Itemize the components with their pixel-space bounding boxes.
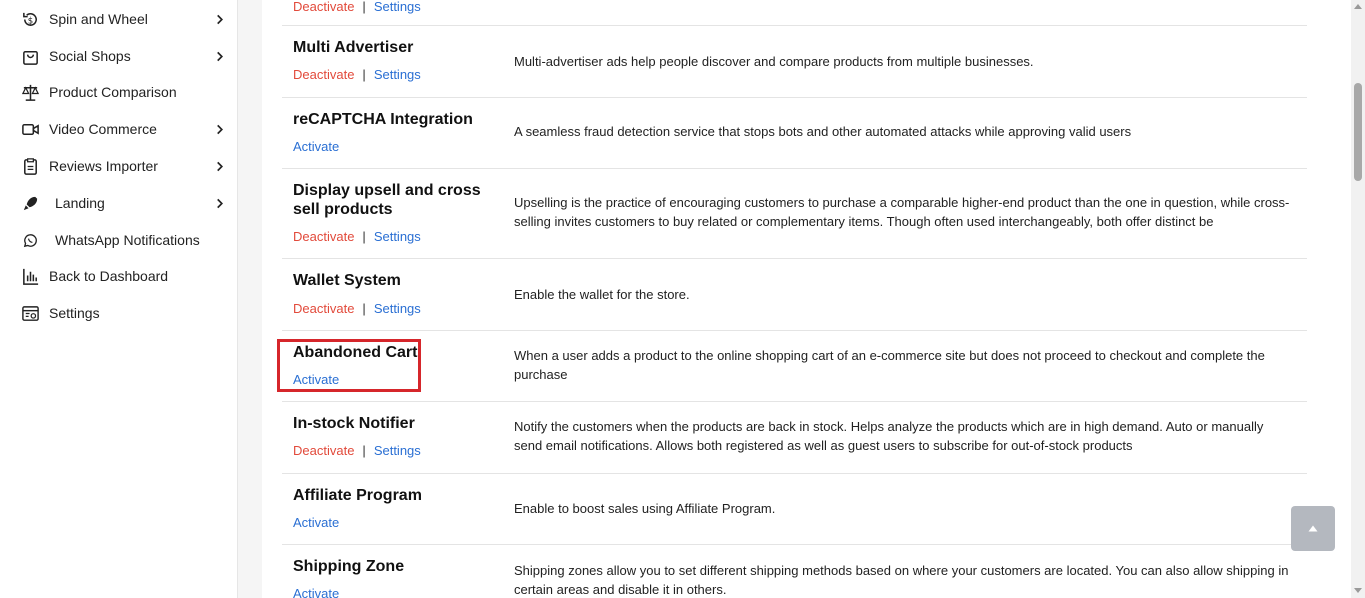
addon-actions: Activate xyxy=(293,586,339,598)
list-item: Affiliate Program Activate Enable to boo… xyxy=(282,473,1307,545)
caret-up-icon xyxy=(1308,525,1318,532)
addon-description: A seamless fraud detection service that … xyxy=(514,124,1132,139)
action-separator: | xyxy=(362,301,366,316)
addon-actions: Activate xyxy=(293,515,339,530)
list-item: Abandoned Cart Activate When a user adds… xyxy=(282,330,1307,402)
chevron-right-icon xyxy=(215,160,225,172)
list-item: Shipping Zone Activate Shipping zones al… xyxy=(282,544,1307,598)
scale-icon xyxy=(21,83,40,102)
addon-actions: Deactivate | Settings xyxy=(293,67,421,82)
list-item: Multi Advertiser Deactivate | Settings Mul… xyxy=(282,25,1307,98)
addon-actions: Deactivate | Settings xyxy=(293,0,421,14)
chevron-right-icon xyxy=(215,123,225,135)
addon-description: When a user adds a product to the online… xyxy=(514,348,1265,382)
addon-description: Multi-advertiser ads help people discove… xyxy=(514,54,1034,69)
list-item: Display upsell and cross sell products D… xyxy=(282,168,1307,259)
sidebar-item-label: Settings xyxy=(49,305,100,321)
dollar-cycle-icon: $ xyxy=(21,10,40,29)
addon-description: Upselling is the practice of encouraging… xyxy=(514,195,1290,229)
addons-list: Deactivate | Settings Multi Advertiser Dea… xyxy=(262,0,1351,598)
browser-settings-icon xyxy=(21,304,40,323)
action-separator: | xyxy=(362,67,366,82)
activate-link[interactable]: Activate xyxy=(293,139,339,154)
svg-text:$: $ xyxy=(28,16,33,26)
list-item: In-stock Notifier Deactivate | Settings No… xyxy=(282,401,1307,474)
sidebar-item-whatsapp-notifications[interactable]: WhatsApp Notifications xyxy=(0,225,237,255)
addon-title: In-stock Notifier xyxy=(293,415,415,432)
addon-title: Affiliate Program xyxy=(293,487,422,504)
deactivate-link[interactable]: Deactivate xyxy=(293,67,354,82)
whatsapp-icon xyxy=(21,231,40,250)
action-separator: | xyxy=(362,0,366,14)
deactivate-link[interactable]: Deactivate xyxy=(293,229,354,244)
sidebar-item-label: Spin and Wheel xyxy=(49,11,148,27)
sidebar-item-social-shops[interactable]: Social Shops xyxy=(0,41,237,71)
sidebar-item-label: Reviews Importer xyxy=(49,158,158,174)
action-separator: | xyxy=(362,229,366,244)
chevron-right-icon xyxy=(215,50,225,62)
settings-link[interactable]: Settings xyxy=(374,0,421,14)
addon-title: Shipping Zone xyxy=(293,558,405,575)
deactivate-link[interactable]: Deactivate xyxy=(293,301,354,316)
settings-link[interactable]: Settings xyxy=(374,443,421,458)
sidebar-item-label: Video Commerce xyxy=(49,121,157,137)
sidebar-item-label: Product Comparison xyxy=(49,84,177,100)
sidebar-item-product-comparison[interactable]: Product Comparison xyxy=(0,77,237,107)
sidebar-item-settings[interactable]: Settings xyxy=(0,298,237,328)
sidebar-item-video-commerce[interactable]: Video Commerce xyxy=(0,114,237,144)
addon-title: reCAPTCHA Integration xyxy=(293,111,473,128)
action-separator: | xyxy=(362,443,366,458)
addon-title: Multi Advertiser xyxy=(293,39,414,56)
deactivate-link[interactable]: Deactivate xyxy=(293,443,354,458)
sidebar: $ Spin and Wheel Social Shops Product Co… xyxy=(0,0,238,598)
addon-actions: Deactivate | Settings xyxy=(293,229,421,244)
sidebar-item-label: Back to Dashboard xyxy=(49,268,169,284)
sidebar-item-reviews-importer[interactable]: Reviews Importer xyxy=(0,151,237,181)
rocket-icon xyxy=(21,194,40,213)
bar-chart-icon xyxy=(21,267,40,286)
activate-link[interactable]: Activate xyxy=(293,515,339,530)
sidebar-item-label: Social Shops xyxy=(49,48,131,64)
list-item: Wallet System Deactivate | Settings Enable… xyxy=(282,258,1307,331)
deactivate-link[interactable]: Deactivate xyxy=(293,0,354,14)
settings-link[interactable]: Settings xyxy=(374,229,421,244)
scrollbar[interactable] xyxy=(1351,0,1365,598)
addon-description: Enable to boost sales using Affiliate Pr… xyxy=(514,501,776,516)
chevron-right-icon xyxy=(215,13,225,25)
clipboard-icon xyxy=(21,157,40,176)
sidebar-item-back-to-dashboard[interactable]: Back to Dashboard xyxy=(0,261,237,291)
shopping-bag-icon xyxy=(21,47,40,66)
video-camera-icon xyxy=(21,120,40,139)
scrollbar-thumb[interactable] xyxy=(1354,83,1362,181)
addon-title: Display upsell and cross sell products xyxy=(293,182,481,218)
addon-actions: Activate xyxy=(293,139,339,154)
settings-link[interactable]: Settings xyxy=(374,301,421,316)
sidebar-item-label: WhatsApp Notifications xyxy=(55,232,200,248)
addon-actions: Deactivate | Settings xyxy=(293,443,421,458)
list-item: Deactivate | Settings xyxy=(282,0,1307,26)
addon-actions: Deactivate | Settings xyxy=(293,301,421,316)
list-item: reCAPTCHA Integration Activate A seamles… xyxy=(282,97,1307,169)
sidebar-item-label: Landing xyxy=(55,195,105,211)
settings-link[interactable]: Settings xyxy=(374,67,421,82)
scroll-up-arrow-icon[interactable] xyxy=(1354,4,1362,9)
addon-description: Shipping zones allow you to set differen… xyxy=(514,563,1289,597)
addon-title: Wallet System xyxy=(293,272,401,289)
addon-description: Enable the wallet for the store. xyxy=(514,287,690,302)
activate-link[interactable]: Activate xyxy=(293,586,339,598)
sidebar-item-landing[interactable]: Landing xyxy=(0,188,237,218)
sidebar-item-spin-and-wheel[interactable]: $ Spin and Wheel xyxy=(0,4,237,34)
chevron-right-icon xyxy=(215,197,225,209)
addon-description: Notify the customers when the products a… xyxy=(514,419,1264,453)
scroll-to-top-button[interactable] xyxy=(1291,506,1335,551)
highlight-box xyxy=(277,339,421,392)
scroll-down-arrow-icon[interactable] xyxy=(1354,588,1362,593)
